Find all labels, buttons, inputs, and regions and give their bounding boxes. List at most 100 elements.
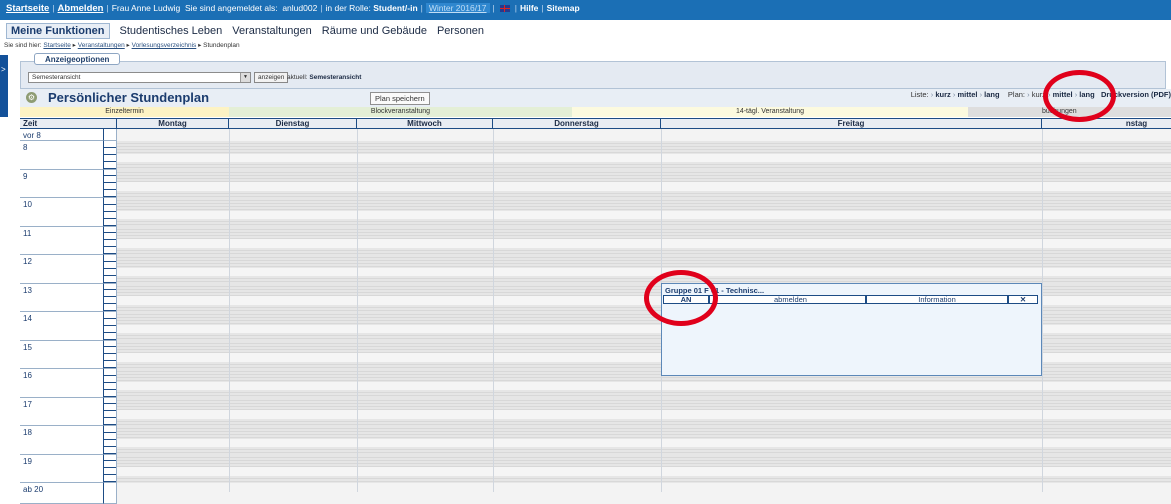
hour-slot[interactable] [117,483,1171,504]
save-plan-button[interactable]: Plan speichern [370,92,430,105]
hour-row: 19 [20,454,1171,483]
hour-label: ab 20 [20,483,104,504]
information-button[interactable]: Information [866,295,1008,304]
breadcrumb-home[interactable]: Startseite [43,42,70,49]
event-actions-row: AN abmelden Information ✕ [663,295,1038,304]
display-options-panel: Semesteransicht ▼ anzeigen aktuell: Seme… [20,61,1166,89]
hour-label: vor 8 [20,129,104,141]
hour-row: 10 [20,198,1171,227]
day-divider [493,129,494,492]
current-view-label: aktuell: Semesteransicht [287,74,362,81]
breadcrumb-current: Stundenplan [203,42,240,49]
nav-student-life[interactable]: Studentisches Leben [120,25,223,37]
hour-row: vor 8 [20,129,1171,141]
quarter-hour-marks [104,454,117,483]
column-header-thursday: Donnerstag [493,119,661,128]
nav-my-functions[interactable]: Meine Funktionen [6,23,110,39]
event-type-legend: Einzeltermin Blockveranstaltung 14-tägl.… [20,107,1171,117]
help-link[interactable]: Hilfe [520,3,538,13]
hour-slot[interactable] [117,226,1171,255]
gear-icon: ⚙ [26,92,37,103]
column-header-saturday: nstag [1125,119,1148,128]
hour-label: 18 [20,426,104,455]
hour-slot[interactable] [117,454,1171,483]
hour-row: 17 [20,397,1171,426]
hour-slot[interactable] [117,169,1171,198]
hour-slot[interactable] [117,397,1171,426]
logged-in-label: Sie sind angemeldet als: [184,3,278,13]
hour-slot[interactable] [117,255,1171,284]
close-icon[interactable]: ✕ [1008,295,1038,304]
username: anlud002 [282,3,318,13]
page-title: Persönlicher Stundenplan [48,90,210,105]
day-divider [1042,129,1043,492]
hour-row: 8 [20,141,1171,170]
legend-single-date: Einzeltermin [20,107,229,117]
breadcrumb-prefix: Sie sind hier: [4,42,42,49]
sidebar-toggle[interactable] [0,55,8,117]
hour-label: 13 [20,283,104,312]
hour-label: 12 [20,255,104,284]
list-size-medium[interactable]: mittel [957,90,977,99]
hour-label: 11 [20,226,104,255]
hour-slot[interactable] [117,129,1171,141]
hour-label: 17 [20,397,104,426]
chevron-down-icon[interactable]: ▼ [240,73,250,82]
hour-row: 11 [20,226,1171,255]
hour-slot[interactable] [117,426,1171,455]
list-size-short[interactable]: kurz [935,90,950,99]
display-options-tab[interactable]: Anzeigeoptionen [34,53,121,65]
breadcrumb-course-catalog[interactable]: Vorlesungsverzeichnis [132,42,197,49]
view-select[interactable]: Semesteransicht ▼ [28,72,251,83]
hour-row: 12 [20,255,1171,284]
nav-courses[interactable]: Veranstaltungen [232,25,312,37]
highlight-circle-print [1043,70,1116,122]
sitemap-link[interactable]: Sitemap [547,3,580,13]
day-divider [357,129,358,492]
language-flag-icon[interactable] [499,5,510,13]
quarter-hour-marks [104,169,117,198]
nav-rooms-buildings[interactable]: Räume und Gebäude [322,25,427,37]
unsubscribe-button[interactable]: abmelden [715,295,866,304]
hour-label: 15 [20,340,104,369]
quarter-hour-marks [104,141,117,170]
legend-block-course: Blockveranstaltung [229,107,572,117]
timetable-header-row: Zeit Montag Dienstag Mittwoch Donnerstag… [20,118,1171,129]
home-link[interactable]: Startseite [6,3,49,14]
quarter-hour-marks [104,340,117,369]
column-header-time: Zeit [20,119,117,128]
hour-label: 9 [20,169,104,198]
hour-label: 10 [20,198,104,227]
quarter-hour-marks [104,283,117,312]
quarter-hour-marks [104,255,117,284]
semester-link[interactable]: Winter 2016/17 [425,3,490,13]
hour-slot[interactable] [117,198,1171,227]
timetable-grid: Zeit Montag Dienstag Mittwoch Donnerstag… [20,118,1171,504]
course-event-card[interactable]: Gruppe 01 F 01 - Technisc... AN abmelden… [661,283,1042,376]
column-header-tuesday: Dienstag [229,119,357,128]
hour-label: 8 [20,141,104,170]
hour-row: ab 20 [20,483,1171,504]
quarter-hour-marks [104,483,117,504]
list-size-long[interactable]: lang [984,90,999,99]
quarter-hour-marks [104,129,117,141]
logout-link[interactable]: Abmelden [58,3,104,14]
quarter-hour-marks [104,226,117,255]
quarter-hour-marks [104,369,117,398]
plan-title-bar: ⚙ Persönlicher Stundenplan Plan speicher… [20,89,1171,107]
highlight-circle-status [644,270,718,326]
hour-row: 9 [20,169,1171,198]
hour-label: 19 [20,454,104,483]
main-navigation: Meine Funktionen Studentisches Leben Veran… [6,23,494,41]
hour-slot[interactable] [117,141,1171,170]
column-header-wednesday: Mittwoch [357,119,493,128]
breadcrumb-courses[interactable]: Veranstaltungen [78,42,125,49]
breadcrumb: Sie sind hier: Startseite ▸ Veranstaltun… [4,42,240,49]
legend-biweekly-course: 14-tägl. Veranstaltung [572,107,968,117]
column-header-monday: Montag [117,119,229,128]
column-header-friday: Freitag [661,119,1042,128]
quarter-hour-marks [104,198,117,227]
show-button[interactable]: anzeigen [254,72,289,83]
hour-label: 14 [20,312,104,341]
nav-people[interactable]: Personen [437,25,484,37]
